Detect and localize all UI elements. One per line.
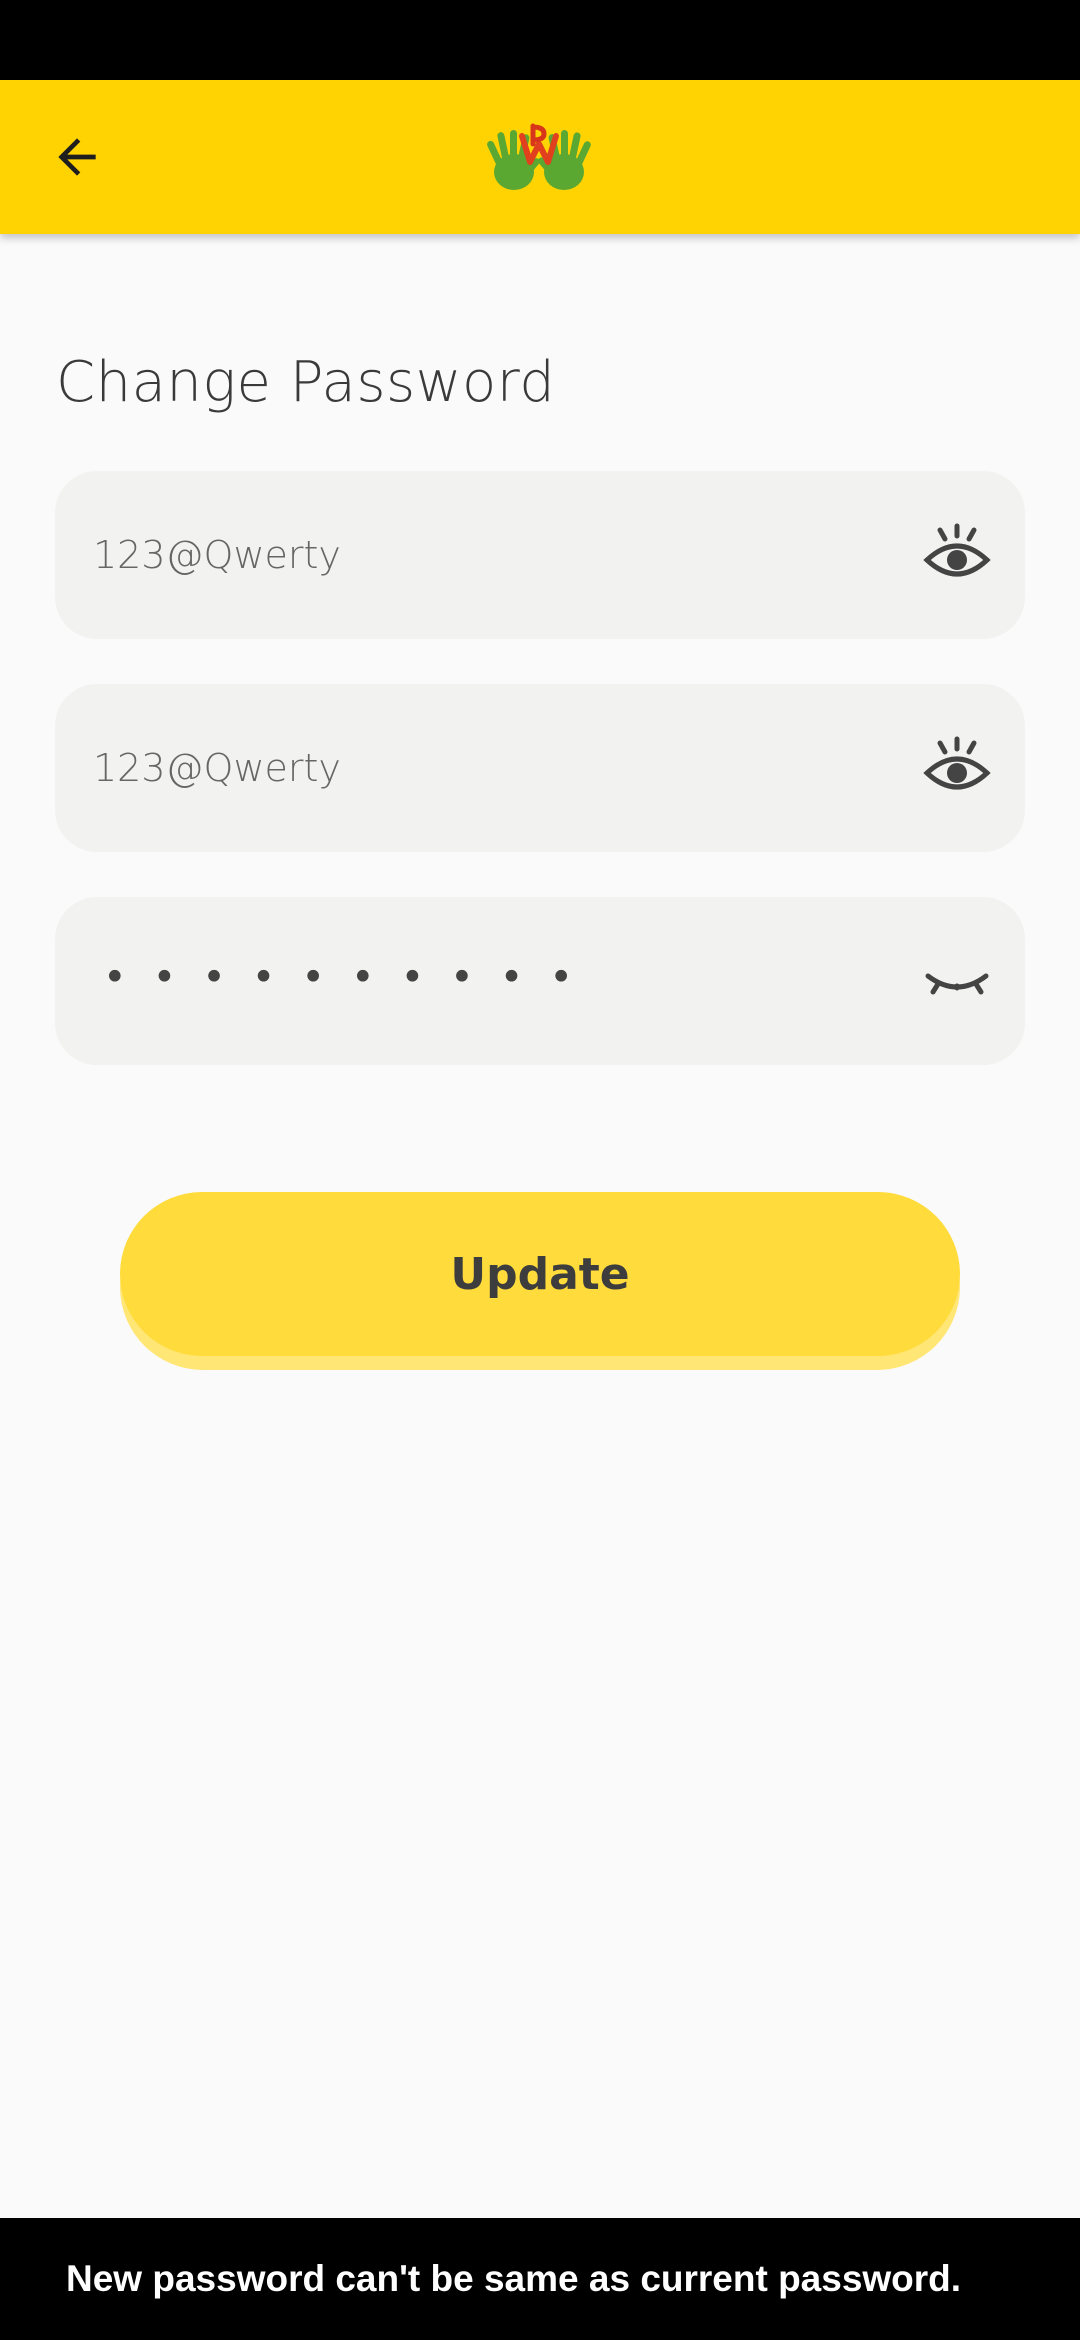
status-bar xyxy=(0,0,1080,80)
password-visibility-toggle[interactable] xyxy=(917,728,997,808)
app-bar xyxy=(0,80,1080,234)
password-visibility-toggle[interactable] xyxy=(917,515,997,595)
snackbar: New password can't be same as current pa… xyxy=(0,2218,1080,2340)
eye-open-icon xyxy=(923,523,991,577)
confirm-password-masked-value: •••••••••• xyxy=(103,954,599,1001)
back-button[interactable] xyxy=(38,118,116,196)
eye-open-icon xyxy=(923,736,991,790)
confirm-password-field[interactable]: •••••••••• xyxy=(55,897,1025,1065)
hands-logo-icon xyxy=(487,123,591,190)
eye-closed-icon xyxy=(925,973,989,995)
new-password-value: 123@Qwerty xyxy=(93,746,341,790)
update-button[interactable]: Update xyxy=(120,1192,960,1356)
update-button-container: Update xyxy=(120,1192,960,1370)
snackbar-message: New password can't be same as current pa… xyxy=(66,2258,962,2299)
page-title: Change Password xyxy=(56,350,556,415)
current-password-value: 123@Qwerty xyxy=(93,533,341,577)
current-password-field[interactable]: 123@Qwerty xyxy=(55,471,1025,639)
arrow-left-icon xyxy=(58,138,96,176)
password-visibility-toggle[interactable] xyxy=(917,941,997,1021)
new-password-field[interactable]: 123@Qwerty xyxy=(55,684,1025,852)
